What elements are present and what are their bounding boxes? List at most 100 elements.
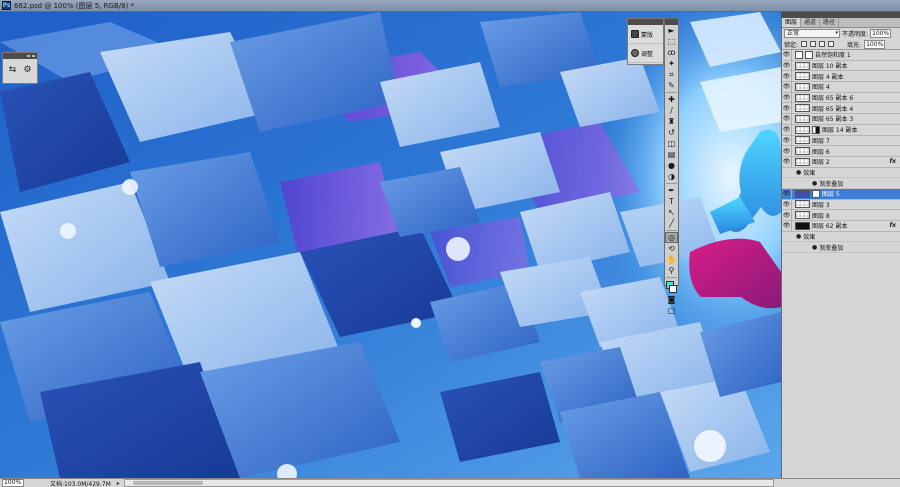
dodge-tool-icon[interactable]: ◑ <box>665 171 678 182</box>
eye-icon[interactable]: 👁 <box>782 220 792 231</box>
layer-row[interactable]: 👁 图层 10 副本 <box>782 60 900 72</box>
layer-mask-thumbnail[interactable] <box>805 50 813 59</box>
eye-icon[interactable]: 👁 <box>782 210 792 221</box>
pen-tool-icon[interactable]: ✒ <box>665 185 678 196</box>
tab-paths[interactable]: 路径 <box>820 18 840 27</box>
layer-thumbnail[interactable] <box>795 211 810 220</box>
3d-rotate-tool-icon[interactable]: ◎ <box>665 232 678 243</box>
fx-icon[interactable]: fx <box>890 158 896 165</box>
layer-thumbnail[interactable] <box>795 125 810 134</box>
layer-row[interactable]: 👁 图层 4 副本 <box>782 71 900 83</box>
layer-effect-item[interactable]: ● 渐变叠加 <box>782 242 900 254</box>
healing-brush-tool-icon[interactable]: ✚ <box>665 94 678 105</box>
color-swatches[interactable] <box>665 280 678 294</box>
layer-effects-group[interactable]: ● 效果 <box>782 232 900 243</box>
layer-thumbnail[interactable] <box>795 50 803 59</box>
fill-input[interactable]: 100% <box>864 39 886 49</box>
layer-thumbnail[interactable] <box>795 157 810 166</box>
layer-row[interactable]: 👁 图层 65 副本 4 <box>782 103 900 115</box>
eye-icon[interactable]: 👁 <box>782 156 792 167</box>
blur-tool-icon[interactable]: ● <box>665 160 678 171</box>
layer-thumbnail[interactable] <box>795 136 810 145</box>
layer-row[interactable]: 👁 图层 65 副本 3 <box>782 113 900 125</box>
eye-icon[interactable]: 👁 <box>782 71 792 82</box>
quick-mask-icon[interactable]: ◙ <box>665 294 678 305</box>
status-menu-arrow-icon[interactable]: ▸ <box>117 480 120 487</box>
gradient-tool-icon[interactable]: ▤ <box>665 149 678 160</box>
zoom-input[interactable]: 100% <box>2 479 24 487</box>
layer-row[interactable]: 👁 自然饱和度 1 <box>782 49 900 61</box>
hand-tool-icon[interactable]: ✋ <box>665 254 678 265</box>
shape-tool-icon[interactable]: ╱ <box>665 218 678 229</box>
layer-row[interactable]: 👁 图层 6 <box>782 146 900 157</box>
layer-thumbnail[interactable] <box>795 114 810 123</box>
layer-effect-item[interactable]: ● 渐变叠加 <box>782 178 900 189</box>
layer-thumbnail[interactable] <box>795 104 810 113</box>
horizontal-scrollbar[interactable] <box>123 479 774 487</box>
eye-icon[interactable]: 👁 <box>782 49 792 60</box>
background-color-swatch[interactable] <box>669 285 677 293</box>
layer-thumbnail[interactable] <box>795 221 810 230</box>
eraser-tool-icon[interactable]: ◫ <box>665 138 678 149</box>
eye-icon[interactable]: ● <box>812 244 817 251</box>
tab-channels[interactable]: 通道 <box>801 18 821 27</box>
layer-thumbnail[interactable] <box>795 72 810 81</box>
layer-thumbnail[interactable] <box>795 93 810 102</box>
layer-thumbnail[interactable] <box>795 61 810 70</box>
layer-row[interactable]: 👁 图层 4 <box>782 81 900 93</box>
lock-all-icon[interactable] <box>828 41 835 47</box>
layer-mask-thumbnail[interactable] <box>812 189 820 198</box>
layer-row[interactable]: 👁 图层 62 副本 fx <box>782 220 900 232</box>
3d-orbit-tool-icon[interactable]: ⟲ <box>665 243 678 254</box>
blend-mode-select[interactable]: 正常 ▾ <box>784 29 840 38</box>
eye-icon[interactable]: 👁 <box>782 135 792 146</box>
layer-thumbnail[interactable] <box>795 200 810 209</box>
eye-icon[interactable]: ● <box>796 233 801 240</box>
path-select-tool-icon[interactable]: ↖ <box>665 207 678 218</box>
options-icon[interactable]: ⇆ <box>7 64 18 76</box>
layer-row[interactable]: 👁 图层 5 <box>782 188 900 200</box>
layer-row[interactable]: 👁 图层 3 <box>782 199 900 211</box>
eye-icon[interactable]: 👁 <box>782 103 792 114</box>
opacity-input[interactable]: 100% <box>870 29 892 38</box>
history-brush-tool-icon[interactable]: ↺ <box>665 127 678 138</box>
eye-icon[interactable]: 👁 <box>782 113 792 124</box>
eye-icon[interactable]: ● <box>812 180 817 187</box>
lock-pixels-icon[interactable] <box>810 41 817 47</box>
lasso-tool-icon[interactable]: ꝏ <box>665 47 678 58</box>
zoom-tool-icon[interactable]: ⚲ <box>665 265 678 276</box>
crop-tool-icon[interactable]: ⌗ <box>665 69 678 80</box>
eye-icon[interactable]: 👁 <box>782 92 792 103</box>
layer-row[interactable]: 👁 图层 2 fx <box>782 156 900 168</box>
layer-thumbnail[interactable] <box>795 189 810 198</box>
type-tool-icon[interactable]: T <box>665 196 678 207</box>
fx-icon[interactable]: fx <box>890 222 896 229</box>
adjust-panel-button[interactable]: 调整 <box>628 44 663 63</box>
layer-thumbnail[interactable] <box>795 147 810 156</box>
eye-icon[interactable]: ● <box>796 169 801 176</box>
eyedropper-tool-icon[interactable]: ✎ <box>665 80 678 91</box>
lock-transparency-icon[interactable] <box>801 41 808 47</box>
screen-mode-icon[interactable]: ▢ <box>665 305 678 316</box>
eye-icon[interactable]: 👁 <box>782 60 792 71</box>
layer-effects-group[interactable]: ● 效果 <box>782 168 900 179</box>
layer-thumbnail[interactable] <box>795 82 810 91</box>
eye-icon[interactable]: 👁 <box>782 188 792 199</box>
layer-row[interactable]: 👁 图层 65 副本 6 <box>782 92 900 104</box>
layer-mask-thumbnail[interactable] <box>812 125 820 134</box>
layer-row[interactable]: 👁 图层 7 <box>782 135 900 147</box>
eye-icon[interactable]: 👁 <box>782 146 792 157</box>
eye-icon[interactable]: 👁 <box>782 199 792 210</box>
eye-icon[interactable]: 👁 <box>782 124 792 135</box>
move-tool-icon[interactable]: ► <box>665 25 678 36</box>
quick-select-tool-icon[interactable]: ✦ <box>665 58 678 69</box>
sliders-icon[interactable]: ⚙ <box>22 64 33 76</box>
stamp-tool-icon[interactable]: ♜ <box>665 116 678 127</box>
lock-position-icon[interactable] <box>819 41 826 47</box>
mask-panel-button[interactable]: 蒙版 <box>628 25 663 44</box>
layer-row[interactable]: 👁 图层 8 <box>782 210 900 221</box>
marquee-tool-icon[interactable]: ⬚ <box>665 36 678 47</box>
brush-tool-icon[interactable]: ∕ <box>665 105 678 116</box>
tab-layers[interactable]: 图层 <box>782 18 802 27</box>
eye-icon[interactable]: 👁 <box>782 81 792 92</box>
